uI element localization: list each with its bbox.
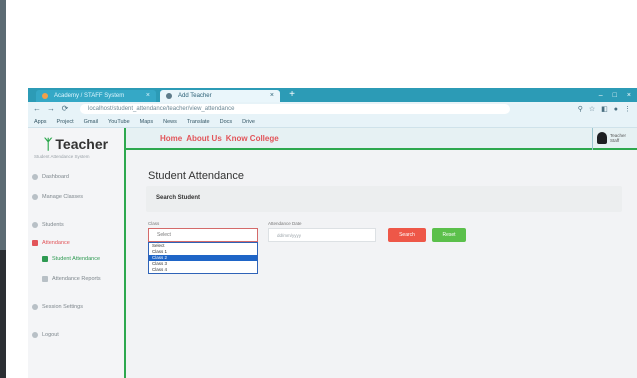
class-dropdown-list: Select Class 1 Class 2 Class 3 Class 4 [148,242,258,274]
bookmark-item[interactable]: Translate [187,119,210,125]
settings-icon [32,304,38,310]
main-content: Home About Us Know College Teacher Staff… [124,128,637,378]
sidebar-item-label: Attendance Reports [52,276,101,282]
tab-label: Add Teacher [178,93,212,99]
bookmark-item[interactable]: Docs [220,119,233,125]
background-panel-dark [0,250,6,378]
bookmark-item[interactable]: Project [57,119,74,125]
bookmark-item[interactable]: Drive [242,119,255,125]
list-icon [42,256,48,262]
sidebar-item-session[interactable]: Session Settings [32,304,120,310]
url-field[interactable]: localhost/student_attendance/teacher/vie… [80,104,510,114]
reload-icon[interactable]: ⟳ [60,104,70,114]
sidebar-item-dashboard[interactable]: Dashboard [32,174,120,180]
tab-bar: Academy / STAFF System × Add Teacher × +… [28,88,637,102]
navbar-divider [592,128,593,150]
star-icon[interactable]: ☆ [589,105,595,113]
window-controls: – □ × [599,88,631,102]
nav-home-link[interactable]: Home [160,134,182,143]
browser-tab-2[interactable]: Add Teacher × [160,90,280,102]
address-actions: ⚲ ☆ ◧ ● ⋮ [578,102,631,116]
dashboard-icon [32,174,38,180]
address-bar-row: ← → ⟳ localhost/student_attendance/teach… [28,102,637,116]
attendance-icon [32,240,38,246]
brand-label: Teacher [55,136,109,152]
close-window-button[interactable]: × [627,92,631,99]
sidebar-item-attendance[interactable]: Attendance [32,240,120,246]
sidebar-item-label: Session Settings [42,304,83,310]
sidebar-item-label: Dashboard [42,174,69,180]
extension-icon[interactable]: ◧ [601,105,608,113]
class-select[interactable]: Select [148,228,258,242]
card-title: Search Student [156,195,201,201]
sidebar-item-label: Manage Classes [42,194,83,200]
sidebar-item-attendance-reports[interactable]: Attendance Reports [42,276,130,282]
back-icon[interactable]: ← [32,104,42,114]
bookmark-item[interactable]: News [163,119,177,125]
zoom-icon[interactable]: ⚲ [578,105,583,113]
nav-college-link[interactable]: Know College [226,134,279,143]
class-icon [32,194,38,200]
bookmark-item[interactable]: YouTube [108,119,130,125]
nav-links: Home About Us Know College [160,134,279,143]
sidebar-item-students[interactable]: Students [32,222,120,228]
class-label: Class [148,221,160,226]
sidebar-item-student-attendance[interactable]: Student Attendance [42,256,130,262]
sidebar-item-logout[interactable]: Logout [32,332,120,338]
sidebar-item-label: Logout [42,332,59,338]
logo-icon: ᛉ [44,136,53,152]
close-icon[interactable]: × [270,90,274,102]
bookmark-item[interactable]: Gmail [84,119,98,125]
sidebar-item-label: Attendance [42,240,70,246]
bookmark-item[interactable]: Maps [140,119,153,125]
bookmark-item[interactable]: Apps [34,119,47,125]
profile-icon[interactable]: ● [614,106,618,113]
new-tab-button[interactable]: + [286,88,298,102]
maximize-button[interactable]: □ [613,92,617,99]
search-button[interactable]: Search [388,228,426,242]
app-icon [42,93,48,99]
sidebar-item-label: Students [42,222,64,228]
sidebar-item-label: Student Attendance [52,256,101,262]
search-card: Search Student [146,186,622,212]
date-input[interactable]: dd/mm/yyyy [268,228,376,242]
browser-window: Academy / STAFF System × Add Teacher × +… [28,88,637,378]
date-label: Attendance Date [268,221,302,226]
user-info: Teacher Staff [610,133,626,143]
page-title: Student Attendance [148,170,245,182]
menu-icon[interactable]: ⋮ [624,105,631,113]
sidebar: ᛉ Teacher Student Attendance System Dashb… [28,128,124,378]
user-menu[interactable]: Teacher Staff [597,131,635,145]
app-area: ᛉ Teacher Student Attendance System Dashb… [28,128,637,378]
forward-icon[interactable]: → [46,104,56,114]
report-icon [42,276,48,282]
brand: ᛉ Teacher [44,136,108,152]
students-icon [32,222,38,228]
background-panel [0,0,6,250]
tab-label: Academy / STAFF System [54,93,125,99]
dropdown-option[interactable]: Class 4 [149,267,257,273]
minimize-button[interactable]: – [599,92,603,99]
bookmarks-bar: Apps Project Gmail YouTube Maps News Tra… [28,116,637,128]
reset-button[interactable]: Reset [432,228,466,242]
nav-about-link[interactable]: About Us [186,134,222,143]
logout-icon [32,332,38,338]
avatar [597,132,607,144]
top-navbar: Home About Us Know College Teacher Staff [126,128,637,150]
sidebar-item-classes[interactable]: Manage Classes [32,194,120,200]
close-icon[interactable]: × [146,90,150,102]
page-icon [166,93,172,99]
browser-tab-1[interactable]: Academy / STAFF System × [36,90,156,102]
user-role: Staff [610,138,620,143]
brand-subtitle: Student Attendance System [34,154,90,159]
